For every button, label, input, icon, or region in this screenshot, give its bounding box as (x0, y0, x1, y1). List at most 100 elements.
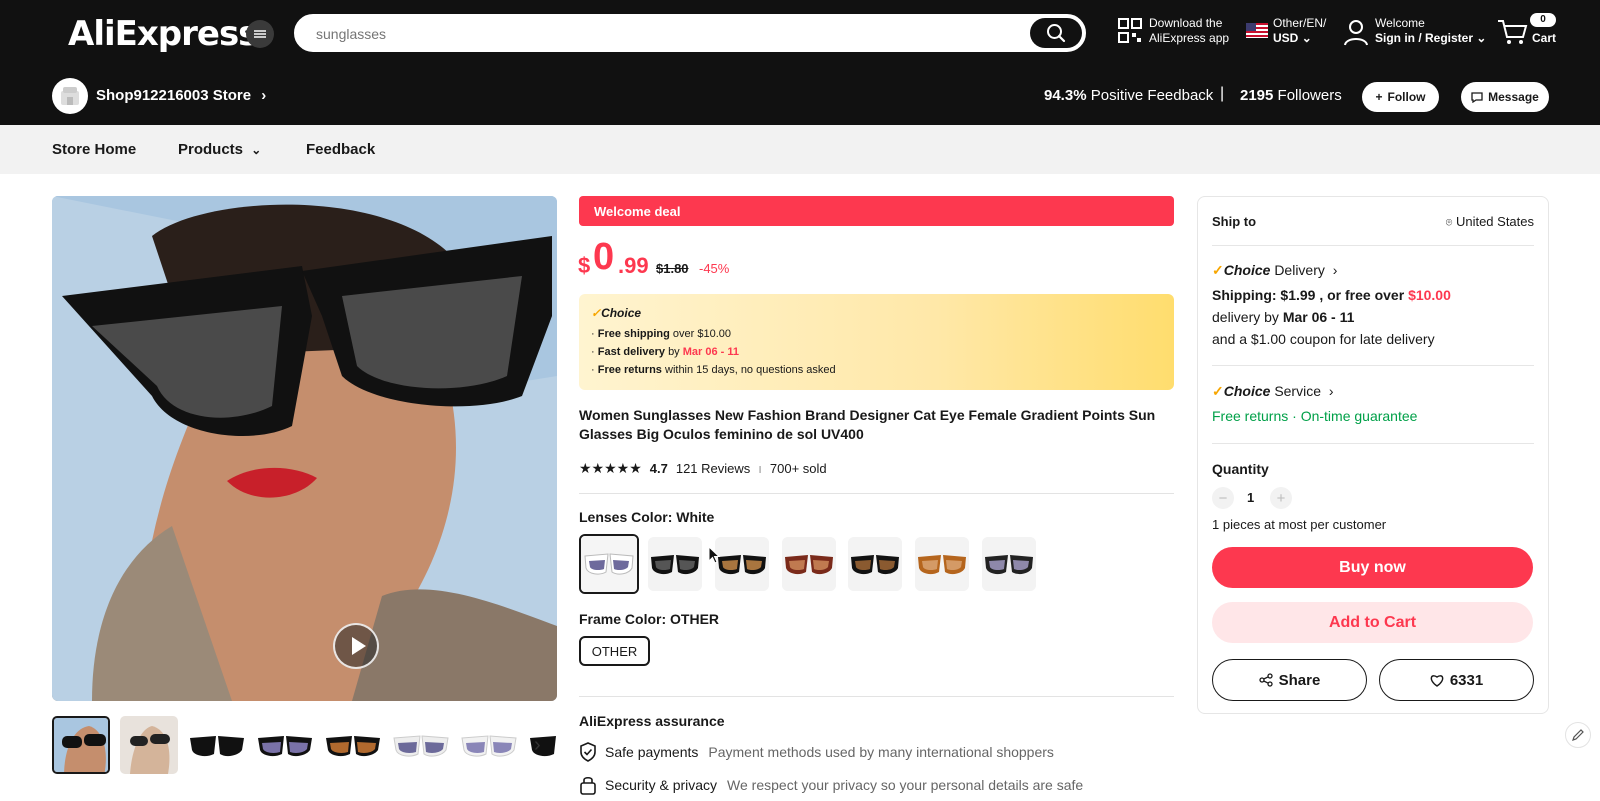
ship-to-selector[interactable]: ⌾ United States (1446, 214, 1534, 230)
message-label: Message (1488, 90, 1539, 104)
thumbnail[interactable] (324, 716, 382, 774)
lens-swatch-red-brown[interactable] (782, 537, 836, 591)
share-button[interactable]: Share (1212, 659, 1367, 701)
divider: ı (758, 461, 762, 476)
service-benefits: Free returns · On-time guarantee (1212, 408, 1418, 424)
product-photo (52, 196, 557, 701)
assurance-safe-payments[interactable]: Safe payments Payment methods used by ma… (579, 742, 1054, 762)
sold-count: 700+ sold (769, 461, 827, 476)
choice-free-returns: · Free returns within 15 days, no questi… (591, 364, 836, 376)
divider (1212, 443, 1534, 444)
quantity-decrease-button[interactable]: − (1212, 487, 1234, 509)
reviews-link[interactable]: 121 Reviews (676, 461, 750, 476)
share-label: Share (1278, 671, 1321, 689)
chevron-right-icon[interactable]: › (534, 734, 554, 756)
chevron-right-icon: › (1332, 262, 1338, 278)
lens-swatch-brown-gradient[interactable] (715, 537, 769, 591)
store-nav: Store Home Products ⌄ Feedback (0, 125, 1600, 174)
sign-in-register-link[interactable]: Sign in / Register (1375, 31, 1473, 45)
delivery-prefix: delivery by (1212, 309, 1279, 325)
choice-service-label: Service (1274, 383, 1321, 399)
shipping-text: Shipping: $1.99 , or free over (1212, 287, 1405, 303)
download-app-link[interactable]: Download the AliExpress app (1149, 16, 1229, 46)
cart-icon[interactable] (1497, 18, 1529, 46)
shipping-info: Shipping: $1.99 , or free over $10.00 (1212, 287, 1451, 303)
qr-code-icon[interactable] (1118, 18, 1142, 44)
thumbnail[interactable] (256, 716, 314, 774)
quantity-limit-text: 1 pieces at most per customer (1212, 517, 1387, 532)
user-icon[interactable] (1343, 18, 1369, 46)
message-button[interactable]: Message (1461, 82, 1549, 112)
thumbnail-image (256, 716, 314, 774)
quantity-increase-button[interactable]: + (1270, 487, 1292, 509)
assurance-title-text: Safe payments (605, 744, 699, 760)
aliexpress-logo[interactable]: AliExpress (68, 14, 258, 54)
menu-icon[interactable] (246, 20, 274, 48)
share-icon (1258, 673, 1273, 687)
store-name-link[interactable]: Shop912216003 Store › (96, 87, 266, 104)
store-avatar[interactable] (52, 78, 88, 114)
checkmark-icon: ✓ (1212, 262, 1224, 278)
wishlist-button[interactable]: 6331 (1379, 659, 1534, 701)
search-button[interactable] (1030, 18, 1082, 48)
buy-now-button[interactable]: Buy now (1212, 547, 1533, 588)
choice-free-shipping: · Free shipping over $10.00 (591, 328, 732, 340)
swatch-image (915, 537, 969, 591)
thumbnail[interactable] (52, 716, 110, 774)
swatch-image (648, 537, 702, 591)
thumbnail-image (324, 716, 382, 774)
lens-swatch-black[interactable] (648, 537, 702, 591)
assurance-desc: We respect your privacy so your personal… (727, 777, 1084, 793)
wishlist-count: 6331 (1449, 671, 1484, 689)
play-video-button[interactable] (333, 623, 379, 669)
lens-swatch-black-brown[interactable] (848, 537, 902, 591)
followers-label: Followers (1277, 87, 1342, 104)
ship-to-label: Ship to (1212, 214, 1257, 229)
thumbnail[interactable] (460, 716, 518, 774)
choice-logo: ✓Choice (591, 306, 641, 320)
choice-logo-text: Choice (601, 306, 642, 320)
feedback-label: Positive Feedback (1090, 87, 1214, 104)
nav-store-home[interactable]: Store Home (52, 141, 136, 158)
product-title: Women Sunglasses New Fashion Brand Desig… (579, 407, 1156, 442)
nav-products[interactable]: Products ⌄ (178, 141, 261, 158)
assurance-security-privacy[interactable]: Security & privacy We respect your priva… (579, 775, 1083, 795)
thumbnail-image (54, 718, 108, 772)
us-flag-icon (1246, 23, 1268, 38)
nav-products-label: Products (178, 141, 244, 158)
download-app-line1: Download the (1149, 16, 1223, 30)
search-input[interactable] (316, 24, 996, 44)
locale-selector[interactable]: Other/EN/ USD ⌄ (1273, 16, 1326, 46)
edit-feedback-button[interactable] (1565, 722, 1591, 748)
followers-count: 2195 (1240, 87, 1274, 104)
choice-delivery-link[interactable]: ✓Choice Delivery › (1212, 262, 1337, 279)
follow-button[interactable]: + Follow (1362, 82, 1439, 112)
shipping-threshold: $10.00 (1408, 287, 1451, 303)
cart-count-badge: 0 (1530, 13, 1556, 27)
add-to-cart-button[interactable]: Add to Cart (1212, 602, 1533, 643)
cart-label[interactable]: Cart (1532, 31, 1556, 46)
lens-swatch-white[interactable] (579, 534, 639, 594)
price-currency: $ (578, 253, 591, 278)
search-icon (1047, 24, 1066, 43)
quantity-value[interactable]: 1 (1247, 490, 1254, 505)
swatch-image (848, 537, 902, 591)
assurance-title-text: Security & privacy (605, 777, 718, 793)
nav-feedback[interactable]: Feedback (306, 141, 375, 158)
thumbnail[interactable] (120, 716, 178, 774)
account-menu[interactable]: Welcome Sign in / Register ⌄ (1375, 16, 1486, 46)
lens-swatch-leopard[interactable] (915, 537, 969, 591)
search-bar (294, 14, 1086, 52)
thumbnail[interactable] (392, 716, 450, 774)
choice-line2-mid: by (668, 346, 680, 358)
followers: 2195 Followers (1240, 87, 1342, 104)
locale-language: Other/EN/ (1273, 16, 1327, 30)
mouse-cursor-icon (708, 546, 720, 564)
frame-option-other[interactable]: OTHER (579, 636, 650, 666)
choice-line2-date: Mar 06 - 11 (682, 346, 740, 358)
product-main-image[interactable] (52, 196, 557, 701)
choice-service-link[interactable]: ✓Choice Service › (1212, 383, 1334, 400)
thumbnail[interactable] (188, 716, 246, 774)
lens-swatch-grey-purple[interactable] (982, 537, 1036, 591)
divider (579, 696, 1174, 697)
